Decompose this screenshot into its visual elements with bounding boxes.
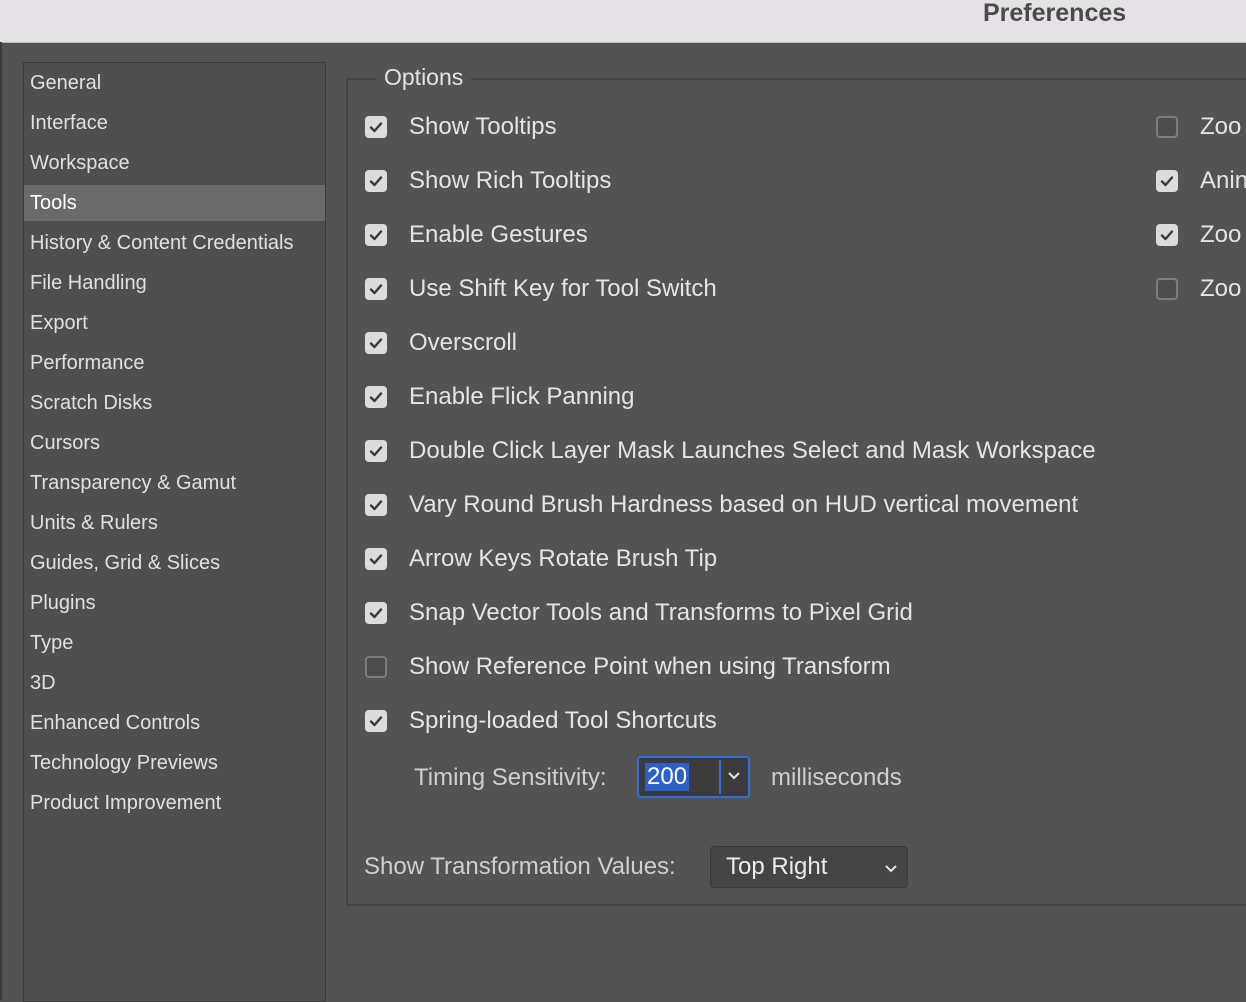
checkbox-unchecked[interactable] xyxy=(1156,278,1178,300)
checkbox-checked[interactable] xyxy=(365,710,387,732)
checkbox-unchecked[interactable] xyxy=(365,656,387,678)
option-label: Spring-loaded Tool Shortcuts xyxy=(409,707,717,734)
option-row[interactable]: Anin xyxy=(1156,165,1246,197)
sidebar-item[interactable]: History & Content Credentials xyxy=(24,225,325,261)
sidebar-item[interactable]: Interface xyxy=(24,105,325,141)
option-row[interactable]: Vary Round Brush Hardness based on HUD v… xyxy=(365,489,1078,521)
option-row[interactable]: Double Click Layer Mask Launches Select … xyxy=(365,435,1096,467)
checkbox-checked[interactable] xyxy=(365,602,387,624)
timing-sensitivity-input[interactable]: 200 xyxy=(641,760,721,794)
sidebar-item[interactable]: Scratch Disks xyxy=(24,385,325,421)
option-label: Double Click Layer Mask Launches Select … xyxy=(409,437,1096,464)
checkbox-checked[interactable] xyxy=(1156,170,1178,192)
chevron-down-icon[interactable] xyxy=(726,769,742,787)
checkmark-icon xyxy=(369,446,383,457)
option-row[interactable]: Snap Vector Tools and Transforms to Pixe… xyxy=(365,597,913,629)
window-edge xyxy=(0,42,2,1000)
checkbox-checked[interactable] xyxy=(365,224,387,246)
title-bar: Preferences xyxy=(0,0,1246,43)
option-label: Arrow Keys Rotate Brush Tip xyxy=(409,545,718,572)
sidebar-item[interactable]: Guides, Grid & Slices xyxy=(24,545,325,581)
checkbox-unchecked[interactable] xyxy=(1156,116,1178,138)
sidebar-item[interactable]: General xyxy=(24,65,325,101)
option-row[interactable]: Enable Flick Panning xyxy=(365,381,634,413)
option-row[interactable]: Zoo xyxy=(1156,111,1246,143)
option-label: Zoo xyxy=(1200,275,1242,302)
transformation-values-selected: Top Right xyxy=(726,853,828,880)
chevron-down-icon xyxy=(883,862,899,880)
sidebar-item[interactable]: Type xyxy=(24,625,325,661)
sidebar-item[interactable]: Product Improvement xyxy=(24,785,325,821)
timing-sensitivity-value: 200 xyxy=(645,763,690,791)
checkbox-checked[interactable] xyxy=(365,494,387,516)
sidebar-item[interactable]: Technology Previews xyxy=(24,745,325,781)
checkmark-icon xyxy=(369,230,383,241)
option-row[interactable]: Show Tooltips xyxy=(365,111,557,143)
option-row[interactable]: Show Reference Point when using Transfor… xyxy=(365,651,891,683)
options-legend: Options xyxy=(376,61,472,93)
checkbox-checked[interactable] xyxy=(365,548,387,570)
option-label: Enable Gestures xyxy=(409,221,588,248)
option-row[interactable]: Show Rich Tooltips xyxy=(365,165,611,197)
option-label: Show Tooltips xyxy=(409,113,557,140)
sidebar-item[interactable]: Export xyxy=(24,305,325,341)
option-label: Zoo xyxy=(1200,113,1242,140)
option-row[interactable]: Zoo xyxy=(1156,273,1246,305)
transformation-values-select[interactable]: Top Right xyxy=(710,846,908,888)
checkbox-checked[interactable] xyxy=(1156,224,1178,246)
option-label: Zoo xyxy=(1200,221,1242,248)
checkmark-icon xyxy=(369,122,383,133)
option-row[interactable]: Overscroll xyxy=(365,327,517,359)
sidebar-item[interactable]: Tools xyxy=(24,185,325,221)
checkmark-icon xyxy=(369,338,383,349)
timing-sensitivity-combobox[interactable]: 200 xyxy=(637,756,750,798)
option-row[interactable]: Zoo xyxy=(1156,219,1246,251)
sidebar-item[interactable]: Units & Rulers xyxy=(24,505,325,541)
checkmark-icon xyxy=(369,500,383,511)
checkbox-checked[interactable] xyxy=(365,386,387,408)
option-label: Show Rich Tooltips xyxy=(409,167,612,194)
window-title: Preferences xyxy=(983,0,1127,27)
checkbox-checked[interactable] xyxy=(365,332,387,354)
option-row[interactable]: Enable Gestures xyxy=(365,219,588,251)
checkmark-icon xyxy=(1160,230,1174,241)
option-row[interactable]: Use Shift Key for Tool Switch xyxy=(365,273,717,305)
option-label: Show Reference Point when using Transfor… xyxy=(409,653,891,680)
sidebar-item[interactable]: 3D xyxy=(24,665,325,701)
checkbox-checked[interactable] xyxy=(365,170,387,192)
option-label: Overscroll xyxy=(409,329,518,356)
sidebar-item[interactable]: Performance xyxy=(24,345,325,381)
sidebar-item[interactable]: Enhanced Controls xyxy=(24,705,325,741)
option-label: Snap Vector Tools and Transforms to Pixe… xyxy=(409,599,913,626)
option-row[interactable]: Arrow Keys Rotate Brush Tip xyxy=(365,543,717,575)
timing-sensitivity-label: Timing Sensitivity: xyxy=(414,764,607,791)
checkmark-icon xyxy=(369,176,383,187)
transformation-values-label: Show Transformation Values: xyxy=(364,853,676,880)
sidebar-item[interactable]: File Handling xyxy=(24,265,325,301)
checkmark-icon xyxy=(369,554,383,565)
checkbox-checked[interactable] xyxy=(365,116,387,138)
option-label: Use Shift Key for Tool Switch xyxy=(409,275,717,302)
option-label: Vary Round Brush Hardness based on HUD v… xyxy=(409,491,1079,518)
sidebar-item[interactable]: Workspace xyxy=(24,145,325,181)
checkbox-checked[interactable] xyxy=(365,278,387,300)
checkbox-checked[interactable] xyxy=(365,440,387,462)
sidebar-item[interactable]: Transparency & Gamut xyxy=(24,465,325,501)
checkmark-icon xyxy=(369,608,383,619)
milliseconds-label: milliseconds xyxy=(771,764,902,791)
checkmark-icon xyxy=(369,392,383,403)
sidebar-item[interactable]: Plugins xyxy=(24,585,325,621)
checkmark-icon xyxy=(369,716,383,727)
checkmark-icon xyxy=(1160,176,1174,187)
checkmark-icon xyxy=(369,284,383,295)
option-label: Anin xyxy=(1200,167,1246,194)
sidebar-item[interactable]: Cursors xyxy=(24,425,325,461)
option-row[interactable]: Spring-loaded Tool Shortcuts xyxy=(365,705,717,737)
option-label: Enable Flick Panning xyxy=(409,383,635,410)
preferences-sidebar: General Interface Workspace Tools History & … xyxy=(23,62,326,1002)
